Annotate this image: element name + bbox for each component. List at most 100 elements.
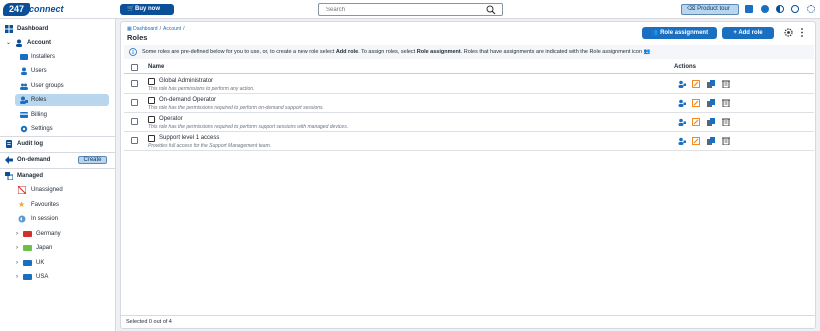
sidebar-label: Account xyxy=(27,40,51,46)
sidebar-label: On-demand xyxy=(17,157,51,163)
sidebar-item-settings[interactable]: Settings xyxy=(0,123,116,135)
info-add-role: Add role xyxy=(335,49,359,55)
product-tour-button[interactable]: ⌫ Product tour xyxy=(681,4,739,15)
edit-icon[interactable] xyxy=(692,137,700,145)
table-header: Name Actions xyxy=(124,62,814,74)
create-button[interactable]: Create xyxy=(78,156,107,164)
info-text-part: . To assign roles, select xyxy=(358,49,417,55)
breadcrumb-separator: / xyxy=(159,26,161,32)
role-name[interactable]: Global Administrator xyxy=(159,78,213,84)
divider xyxy=(0,168,116,169)
add-role-button[interactable]: + Add role xyxy=(722,27,774,39)
main-panel: ▦ Dashboard / Account / Roles 👥 Role assign… xyxy=(120,21,816,329)
sidebar-label: UK xyxy=(36,260,45,266)
sidebar-item-audit-log[interactable]: Audit log xyxy=(0,138,116,150)
breadcrumb-dashboard[interactable]: Dashboard xyxy=(133,26,157,32)
edit-icon[interactable] xyxy=(692,118,700,126)
gear-icon[interactable] xyxy=(784,28,793,37)
row-checkbox[interactable] xyxy=(131,80,138,87)
search-icon[interactable] xyxy=(486,5,496,15)
breadcrumb-account[interactable]: Account xyxy=(163,26,181,32)
plus-icon: + xyxy=(733,30,737,36)
sidebar-group-uk[interactable]: › UK xyxy=(0,257,116,269)
assign-users-icon[interactable] xyxy=(678,118,686,126)
search-input[interactable] xyxy=(326,7,476,13)
edit-icon[interactable] xyxy=(692,99,700,107)
role-name[interactable]: On-demand Operator xyxy=(159,97,216,103)
copy-icon[interactable] xyxy=(707,80,715,88)
dashboard-icon: ▦ xyxy=(127,26,132,32)
role-assignment-label: Role assignment xyxy=(660,30,709,36)
sidebar-item-managed[interactable]: Managed xyxy=(0,170,116,182)
delete-icon[interactable] xyxy=(722,99,730,107)
contrast-icon[interactable] xyxy=(776,5,784,13)
sidebar-label: Billing xyxy=(31,112,48,118)
row-checkbox[interactable] xyxy=(131,99,138,106)
role-assignment-icon: 👥 xyxy=(643,49,651,55)
role-description: This role has permissions to perform any… xyxy=(148,86,255,92)
edit-icon[interactable] xyxy=(692,80,700,88)
sidebar-item-installers[interactable]: Installers xyxy=(0,51,116,63)
column-name: Name xyxy=(148,64,165,70)
more-options-icon[interactable] xyxy=(800,28,804,37)
announcement-icon[interactable] xyxy=(745,5,753,13)
search-box[interactable] xyxy=(318,3,503,16)
user-icon xyxy=(21,67,27,75)
assign-users-icon[interactable] xyxy=(678,137,686,145)
sidebar-label: Audit log xyxy=(17,141,43,147)
info-text-part: . Roles that have assignments are indica… xyxy=(460,49,643,55)
table-row[interactable]: Support level 1 access Provides full acce… xyxy=(124,132,814,151)
role-name[interactable]: Operator xyxy=(159,116,183,122)
folder-icon xyxy=(23,245,32,251)
delete-icon[interactable] xyxy=(722,137,730,145)
sidebar-group-germany[interactable]: › Germany xyxy=(0,228,116,240)
sidebar-item-users[interactable]: Users xyxy=(0,65,116,77)
sidebar-label: User groups xyxy=(31,83,64,89)
role-badge-icon xyxy=(148,78,155,85)
chevron-down-icon: ⌄ xyxy=(6,40,12,46)
account-icon xyxy=(16,39,22,47)
on-demand-icon xyxy=(5,156,13,164)
sidebar-item-account[interactable]: ⌄ Account xyxy=(0,37,116,49)
role-badge-icon xyxy=(148,97,155,104)
row-checkbox[interactable] xyxy=(131,118,138,125)
sidebar-item-user-groups[interactable]: User groups xyxy=(0,80,116,92)
logo[interactable]: 247 connect xyxy=(3,3,71,16)
notification-icon[interactable] xyxy=(761,5,769,13)
role-name[interactable]: Support level 1 access xyxy=(159,135,219,141)
sidebar-group-usa[interactable]: › USA xyxy=(0,271,116,283)
sidebar-item-unassigned[interactable]: Unassigned xyxy=(0,184,116,196)
assign-users-icon[interactable] xyxy=(678,80,686,88)
role-assignment-button[interactable]: 👥 Role assignment xyxy=(642,27,717,39)
chevron-right-icon: › xyxy=(16,260,18,266)
row-checkbox[interactable] xyxy=(131,137,138,144)
settings-icon[interactable] xyxy=(807,5,815,13)
column-actions: Actions xyxy=(674,64,697,70)
select-all-checkbox[interactable] xyxy=(131,64,138,71)
sidebar-item-in-session[interactable]: In session xyxy=(0,213,116,225)
help-icon[interactable] xyxy=(791,5,799,13)
sidebar-label: In session xyxy=(31,216,59,222)
sidebar-label: Roles xyxy=(31,97,47,103)
sidebar-group-japan[interactable]: › Japan xyxy=(0,242,116,254)
sidebar-item-billing[interactable]: Billing xyxy=(0,109,116,121)
breadcrumb: ▦ Dashboard / Account / xyxy=(127,26,186,32)
copy-icon[interactable] xyxy=(707,137,715,145)
sidebar-label: Favourites xyxy=(31,202,60,208)
info-icon xyxy=(129,48,137,56)
delete-icon[interactable] xyxy=(722,118,730,126)
buy-now-button[interactable]: 🛒Buy now xyxy=(120,4,174,15)
sidebar-item-favourites[interactable]: ★ Favourites xyxy=(0,199,116,211)
assign-users-icon[interactable] xyxy=(678,99,686,107)
table-row[interactable]: Operator This role has the permissions re… xyxy=(124,113,814,132)
table-row[interactable]: Global Administrator This role has permis… xyxy=(124,75,814,94)
copy-icon[interactable] xyxy=(707,118,715,126)
sidebar-label: Users xyxy=(31,68,47,74)
table-row[interactable]: On-demand Operator This role has the perm… xyxy=(124,94,814,113)
sidebar-item-dashboard[interactable]: Dashboard xyxy=(0,23,116,35)
sidebar-item-roles[interactable]: Roles xyxy=(15,94,109,106)
gear-icon xyxy=(20,125,28,133)
copy-icon[interactable] xyxy=(707,99,715,107)
folder-icon xyxy=(23,231,32,237)
delete-icon[interactable] xyxy=(722,80,730,88)
